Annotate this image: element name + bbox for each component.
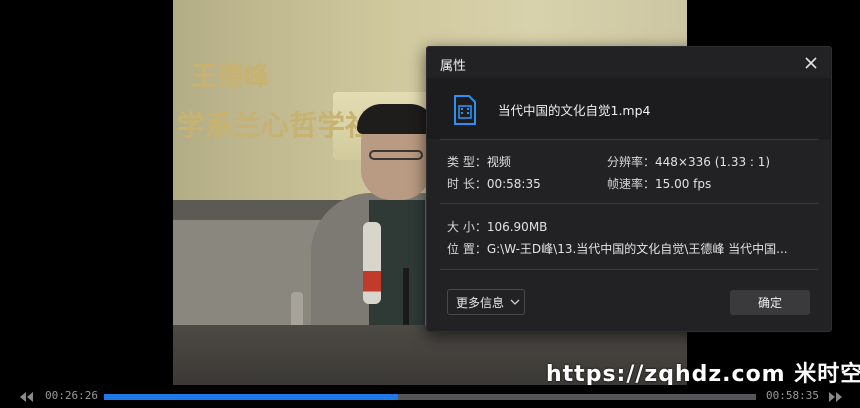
location-label: 位 置： bbox=[447, 242, 487, 256]
resolution-value: 448×336 (1.33 : 1) bbox=[655, 155, 771, 169]
framerate-row: 帧速率：15.00 fps bbox=[607, 175, 711, 192]
water-bottle bbox=[363, 222, 381, 304]
framerate-value: 15.00 fps bbox=[655, 177, 712, 191]
resolution-label: 分辨率： bbox=[607, 155, 656, 169]
size-row: 大 小：106.90MB bbox=[447, 218, 547, 235]
progress-fill bbox=[104, 394, 399, 400]
size-label: 大 小： bbox=[447, 220, 487, 234]
playback-controls: 00:26:26 00:58:35 bbox=[0, 385, 860, 408]
more-info-button[interactable]: 更多信息 bbox=[447, 289, 525, 315]
microphone bbox=[403, 268, 409, 328]
fast-forward-icon[interactable] bbox=[828, 389, 844, 403]
location-row: 位 置：G:\W-王D峰\13.当代中国的文化自觉\王德峰 当代中国... bbox=[447, 240, 788, 257]
framerate-label: 帧速率： bbox=[607, 177, 656, 191]
divider bbox=[440, 269, 818, 270]
divider bbox=[440, 139, 818, 140]
rewind-icon[interactable] bbox=[18, 389, 34, 403]
location-value[interactable]: G:\W-王D峰\13.当代中国的文化自觉\王德峰 当代中国... bbox=[487, 242, 788, 256]
speaker-glasses bbox=[369, 150, 423, 160]
total-time: 00:58:35 bbox=[766, 389, 819, 402]
more-info-label: 更多信息 bbox=[456, 295, 505, 310]
duration-label: 时 长： bbox=[447, 177, 487, 191]
type-value: 视频 bbox=[486, 155, 511, 169]
resolution-row: 分辨率：448×336 (1.33 : 1) bbox=[607, 153, 770, 170]
slide-organization: 学系兰心哲学社 bbox=[177, 109, 374, 142]
close-icon[interactable] bbox=[801, 53, 821, 73]
properties-dialog: 属性 当代中国的文化自觉1.mp4 类 型：视频 分辨率：448×336 (1.… bbox=[426, 46, 832, 332]
duration-row: 时 长：00:58:35 bbox=[447, 175, 541, 192]
speaker-hair bbox=[357, 104, 435, 134]
current-time: 00:26:26 bbox=[45, 389, 98, 402]
slide-speaker-name: 王德峰 bbox=[191, 62, 270, 92]
chevron-down-icon bbox=[510, 299, 520, 305]
watermark: https://zqhdz.com 米时空 bbox=[546, 362, 860, 387]
video-file-icon bbox=[453, 95, 477, 128]
size-value: 106.90MB bbox=[486, 220, 548, 234]
ok-button[interactable]: 确定 bbox=[730, 290, 810, 315]
file-name: 当代中国的文化自觉1.mp4 bbox=[498, 103, 651, 118]
divider bbox=[440, 203, 818, 204]
duration-value: 00:58:35 bbox=[486, 177, 541, 191]
type-row: 类 型：视频 bbox=[447, 153, 511, 170]
dialog-title: 属性 bbox=[440, 59, 467, 74]
progress-bar[interactable] bbox=[104, 394, 756, 400]
type-label: 类 型： bbox=[447, 155, 487, 169]
